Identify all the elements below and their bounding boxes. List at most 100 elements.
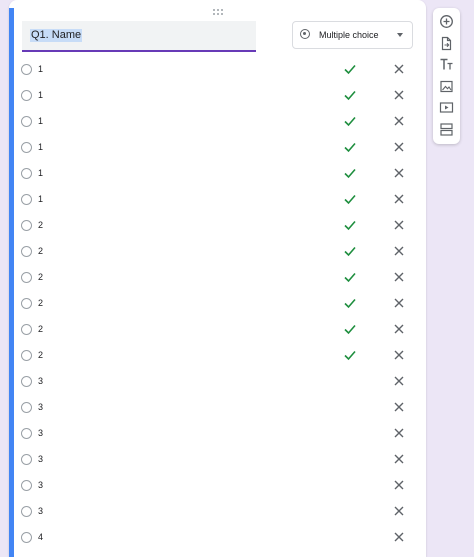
remove-option-icon[interactable] xyxy=(393,531,405,543)
option-radio-icon xyxy=(21,532,32,543)
correct-answer-check-icon[interactable] xyxy=(343,348,357,362)
option-radio-icon xyxy=(21,376,32,387)
remove-option-icon[interactable] xyxy=(393,453,405,465)
remove-option-icon[interactable] xyxy=(393,193,405,205)
option-row[interactable]: 1 xyxy=(9,134,426,160)
option-radio-icon xyxy=(21,194,32,205)
remove-option-icon[interactable] xyxy=(393,115,405,127)
option-row[interactable]: 4 xyxy=(9,524,426,550)
option-row[interactable]: 3 xyxy=(9,420,426,446)
remove-option-icon[interactable] xyxy=(393,271,405,283)
option-label[interactable]: 2 xyxy=(38,350,43,361)
option-radio-icon xyxy=(21,324,32,335)
correct-answer-check-icon[interactable] xyxy=(343,114,357,128)
question-type-label: Multiple choice xyxy=(319,30,379,40)
option-row[interactable]: 3 xyxy=(9,394,426,420)
option-row[interactable]: 3 xyxy=(9,472,426,498)
option-row[interactable]: 1 xyxy=(9,160,426,186)
option-label[interactable]: 3 xyxy=(38,428,43,439)
add-image-icon[interactable] xyxy=(439,79,454,94)
option-row[interactable]: 2 xyxy=(9,316,426,342)
option-radio-icon xyxy=(21,350,32,361)
option-label[interactable]: 1 xyxy=(38,194,43,205)
option-radio-icon xyxy=(21,480,32,491)
option-row[interactable]: 3 xyxy=(9,498,426,524)
option-label[interactable]: 2 xyxy=(38,324,43,335)
option-radio-icon xyxy=(21,142,32,153)
option-label[interactable]: 3 xyxy=(38,402,43,413)
option-label[interactable]: 1 xyxy=(38,142,43,153)
remove-option-icon[interactable] xyxy=(393,401,405,413)
option-row[interactable]: 1 xyxy=(9,82,426,108)
option-row[interactable]: 3 xyxy=(9,446,426,472)
option-radio-icon xyxy=(21,454,32,465)
option-label[interactable]: 2 xyxy=(38,298,43,309)
add-section-icon[interactable] xyxy=(439,122,454,137)
option-label[interactable]: 4 xyxy=(38,532,43,543)
option-label[interactable]: 3 xyxy=(38,480,43,491)
correct-answer-check-icon[interactable] xyxy=(343,62,357,76)
correct-answer-check-icon[interactable] xyxy=(343,296,357,310)
option-label[interactable]: 2 xyxy=(38,220,43,231)
remove-option-icon[interactable] xyxy=(393,141,405,153)
dropdown-caret-icon xyxy=(397,33,403,37)
option-row[interactable]: 2 xyxy=(9,342,426,368)
correct-answer-check-icon[interactable] xyxy=(343,140,357,154)
add-title-icon[interactable] xyxy=(439,57,454,72)
remove-option-icon[interactable] xyxy=(393,375,405,387)
option-radio-icon xyxy=(21,116,32,127)
drag-handle-icon[interactable] xyxy=(213,9,223,15)
remove-option-icon[interactable] xyxy=(393,427,405,439)
option-radio-icon xyxy=(21,64,32,75)
remove-option-icon[interactable] xyxy=(393,297,405,309)
option-row[interactable]: 1 xyxy=(9,108,426,134)
remove-option-icon[interactable] xyxy=(393,89,405,101)
correct-answer-check-icon[interactable] xyxy=(343,166,357,180)
option-radio-icon xyxy=(21,168,32,179)
correct-answer-check-icon[interactable] xyxy=(343,270,357,284)
remove-option-icon[interactable] xyxy=(393,63,405,75)
question-type-dropdown[interactable]: Multiple choice xyxy=(292,21,413,49)
option-label[interactable]: 1 xyxy=(38,116,43,127)
remove-option-icon[interactable] xyxy=(393,323,405,335)
option-label[interactable]: 2 xyxy=(38,246,43,257)
option-radio-icon xyxy=(21,298,32,309)
floating-toolbar xyxy=(433,8,460,144)
option-row[interactable]: 2 xyxy=(9,238,426,264)
option-radio-icon xyxy=(21,90,32,101)
correct-answer-check-icon[interactable] xyxy=(343,192,357,206)
radio-button-icon xyxy=(300,29,310,39)
remove-option-icon[interactable] xyxy=(393,245,405,257)
correct-answer-check-icon[interactable] xyxy=(343,322,357,336)
question-card[interactable]: Q1. Name Multiple choice 1 1 1 1 1 1 2 2 2 2 2 2 3 3 3… xyxy=(9,0,426,557)
option-row[interactable]: 3 xyxy=(9,368,426,394)
option-row[interactable]: 2 xyxy=(9,290,426,316)
remove-option-icon[interactable] xyxy=(393,349,405,361)
option-row[interactable]: 1 xyxy=(9,186,426,212)
correct-answer-check-icon[interactable] xyxy=(343,244,357,258)
option-label[interactable]: 3 xyxy=(38,376,43,387)
add-video-icon[interactable] xyxy=(439,100,454,115)
option-label[interactable]: 1 xyxy=(38,168,43,179)
option-radio-icon xyxy=(21,272,32,283)
option-label[interactable]: 1 xyxy=(38,90,43,101)
option-label[interactable]: 3 xyxy=(38,454,43,465)
correct-answer-check-icon[interactable] xyxy=(343,88,357,102)
option-label[interactable]: 2 xyxy=(38,272,43,283)
remove-option-icon[interactable] xyxy=(393,167,405,179)
option-radio-icon xyxy=(21,402,32,413)
option-row[interactable]: 2 xyxy=(9,212,426,238)
remove-option-icon[interactable] xyxy=(393,219,405,231)
question-title-text: Q1. Name xyxy=(30,29,83,42)
option-row[interactable]: 1 xyxy=(9,56,426,82)
remove-option-icon[interactable] xyxy=(393,479,405,491)
add-question-icon[interactable] xyxy=(439,14,454,29)
option-radio-icon xyxy=(21,428,32,439)
remove-option-icon[interactable] xyxy=(393,505,405,517)
option-label[interactable]: 1 xyxy=(38,64,43,75)
question-title-input[interactable]: Q1. Name xyxy=(22,21,256,52)
correct-answer-check-icon[interactable] xyxy=(343,218,357,232)
option-row[interactable]: 2 xyxy=(9,264,426,290)
import-questions-icon[interactable] xyxy=(439,36,454,51)
option-label[interactable]: 3 xyxy=(38,506,43,517)
